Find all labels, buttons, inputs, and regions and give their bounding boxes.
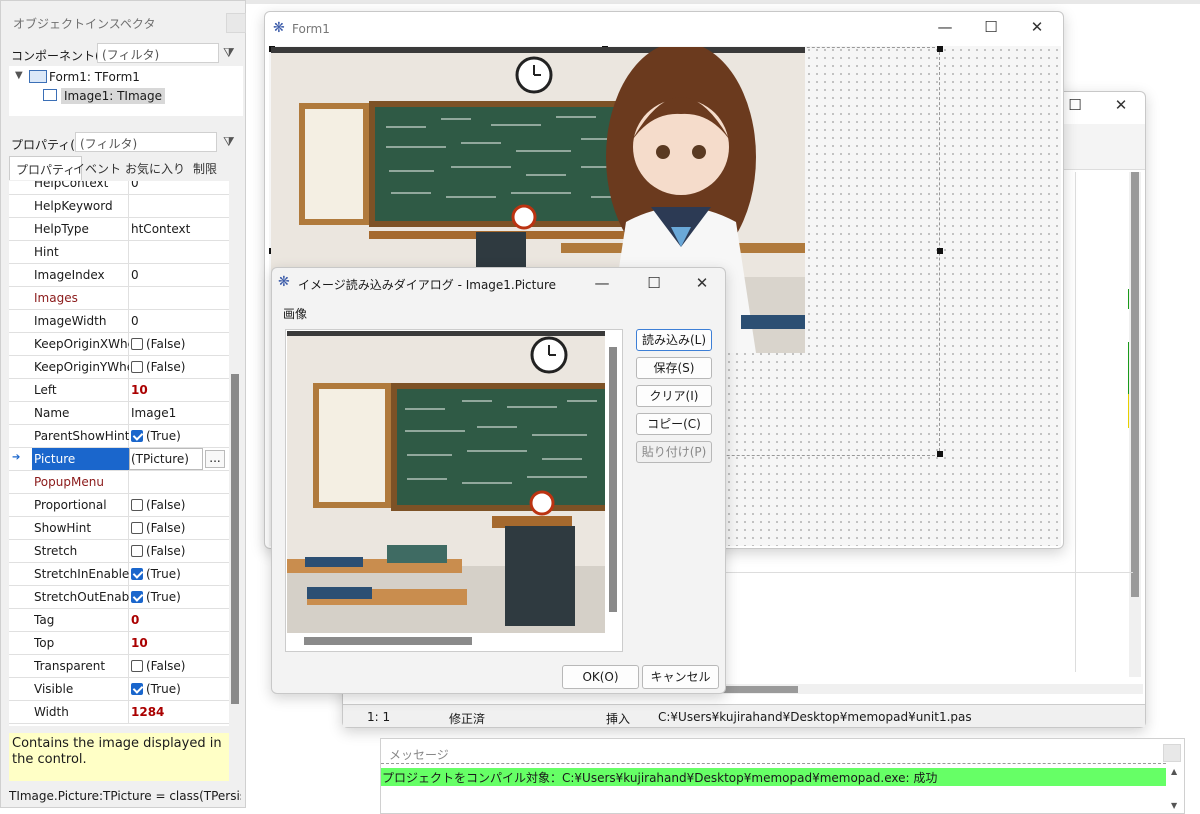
property-row[interactable]: KeepOriginXWhe (False) (9, 333, 231, 356)
image-icon (43, 89, 57, 101)
checkbox[interactable] (131, 430, 143, 442)
property-row-selected[interactable]: ➔ Picture (TPicture) ... (9, 448, 231, 471)
lazarus-icon: ❋ (278, 274, 290, 290)
messages-window: メッセージ プロジェクトをコンパイル対象：C:¥Users¥kujirahand… (380, 738, 1185, 814)
scroll-up-icon[interactable]: ▲ (1171, 767, 1181, 777)
property-row[interactable]: HelpType htContext (9, 218, 231, 241)
tree-item-form1[interactable]: Form1: TForm1 (49, 70, 140, 84)
top-strip (246, 0, 1200, 4)
checkbox[interactable] (131, 499, 143, 511)
preview-picture (287, 331, 605, 633)
property-grid: HelpContext 0 HelpKeyword HelpType htConte… (9, 181, 231, 726)
tab-events[interactable]: イベント (67, 156, 127, 180)
property-row[interactable]: Visible (True) (9, 678, 231, 701)
cursor-position: 1: 1 (367, 710, 391, 724)
property-row[interactable]: Tag 0 (9, 609, 231, 632)
property-row[interactable]: Hint (9, 241, 231, 264)
checkbox[interactable] (131, 361, 143, 373)
close-icon[interactable]: ✕ (684, 270, 720, 296)
copy-button[interactable]: コピー(C) (636, 413, 712, 435)
form-icon (29, 70, 47, 83)
tree-item-image1[interactable]: Image1: TImage (61, 88, 165, 104)
tab-favorites[interactable]: お気に入り (119, 156, 191, 180)
property-row[interactable]: StretchOutEnable(True) (9, 586, 231, 609)
property-row[interactable]: HelpKeyword (9, 195, 231, 218)
minimize-icon[interactable]: — (927, 14, 963, 40)
checkbox[interactable] (131, 545, 143, 557)
dialog-title: イメージ読み込みダイアログ - Image1.Picture (298, 278, 557, 292)
image-preview (285, 329, 623, 652)
help-text: Contains the image displayed in the cont… (9, 733, 229, 781)
paste-button[interactable]: 貼り付け(P) (636, 441, 712, 463)
inspector-title: オブジェクトインスペクタ (13, 17, 156, 31)
expand-icon[interactable]: ▼ (15, 70, 23, 81)
image-load-dialog[interactable]: ❋ イメージ読み込みダイアログ - Image1.Picture — ☐ ✕ 画… (271, 267, 726, 694)
property-row[interactable]: Transparent (False) (9, 655, 231, 678)
checkbox[interactable] (131, 683, 143, 695)
editor-hscrollbar[interactable] (723, 684, 1143, 694)
property-row[interactable]: ImageWidth 0 (9, 310, 231, 333)
checkbox[interactable] (131, 591, 143, 603)
property-row[interactable]: Top 10 (9, 632, 231, 655)
object-inspector: オブジェクトインスペクタ コンポーネント(m) (フィルタ) ⧩ ▼ Form1… (0, 0, 246, 808)
cancel-button[interactable]: キャンセル (642, 665, 719, 689)
load-button[interactable]: 読み込み(L) (636, 329, 712, 351)
editor-vscrollbar[interactable] (1129, 172, 1141, 677)
property-row[interactable]: ImageIndex 0 (9, 264, 231, 287)
preview-hscrollbar[interactable] (304, 637, 472, 645)
file-path: C:¥Users¥kujirahand¥Desktop¥memopad¥unit… (658, 710, 972, 724)
close-icon[interactable]: ✕ (1019, 14, 1055, 40)
messages-title: メッセージ (389, 748, 449, 762)
property-grid-scrollbar[interactable] (229, 181, 241, 726)
property-row[interactable]: ParentShowHint (True) (9, 425, 231, 448)
filter-clear-icon[interactable]: ⧩ (223, 46, 241, 61)
property-row[interactable]: Width 1284 (9, 701, 231, 724)
message-line[interactable]: プロジェクトをコンパイル対象：C:¥Users¥kujirahand¥Deskt… (381, 768, 1166, 786)
property-row[interactable]: Proportional (False) (9, 494, 231, 517)
preview-vscrollbar[interactable] (609, 347, 617, 612)
selection-handle[interactable] (937, 248, 943, 254)
maximize-icon[interactable]: ☐ (973, 14, 1009, 40)
property-row[interactable]: ShowHint (False) (9, 517, 231, 540)
tab-restricted[interactable]: 制限 (187, 156, 223, 180)
checkbox[interactable] (131, 522, 143, 534)
maximize-icon[interactable]: ☐ (636, 270, 672, 296)
component-tree: ▼ Form1: TForm1 Image1: TImage (9, 66, 243, 116)
checkbox[interactable] (131, 338, 143, 350)
selection-handle[interactable] (937, 46, 943, 52)
close-icon[interactable] (1163, 744, 1181, 762)
property-row[interactable]: Left 10 (9, 379, 231, 402)
inspector-status: TImage.Picture:TPicture = class(TPersist… (9, 789, 241, 803)
property-row[interactable]: KeepOriginYWhe (False) (9, 356, 231, 379)
modified-status: 修正済 (449, 712, 486, 726)
checkbox[interactable] (131, 568, 143, 580)
editor-gutter (1075, 172, 1131, 672)
image-group-label: 画像 (283, 307, 308, 321)
close-icon[interactable] (226, 13, 246, 33)
clear-button[interactable]: クリア(I) (636, 385, 712, 407)
property-row[interactable]: PopupMenu (9, 471, 231, 494)
editor-statusbar: 1: 1 修正済 挿入 C:¥Users¥kujirahand¥Desktop¥… (343, 704, 1145, 727)
lazarus-icon: ❋ (273, 20, 285, 36)
property-row[interactable]: Stretch (False) (9, 540, 231, 563)
close-icon[interactable]: ✕ (1103, 92, 1139, 118)
save-button[interactable]: 保存(S) (636, 357, 712, 379)
insert-mode: 挿入 (606, 712, 631, 726)
checkbox[interactable] (131, 660, 143, 672)
property-row[interactable]: HelpContext 0 (9, 181, 231, 195)
properties-filter-input[interactable]: (フィルタ) (75, 132, 217, 152)
property-row[interactable]: StretchInEnabled (True) (9, 563, 231, 586)
property-row[interactable]: Name Image1 (9, 402, 231, 425)
selection-handle[interactable] (937, 451, 943, 457)
components-filter-input[interactable]: (フィルタ) (97, 43, 219, 63)
filter-clear-icon[interactable]: ⧩ (223, 135, 241, 150)
scroll-down-icon[interactable]: ▼ (1171, 801, 1181, 811)
form1-title: Form1 (292, 22, 330, 36)
ok-button[interactable]: OK(O) (562, 665, 639, 689)
minimize-icon[interactable]: — (584, 270, 620, 296)
current-row-arrow-icon: ➔ (12, 452, 21, 463)
property-row[interactable]: Images (9, 287, 231, 310)
ellipsis-button[interactable]: ... (205, 450, 225, 468)
